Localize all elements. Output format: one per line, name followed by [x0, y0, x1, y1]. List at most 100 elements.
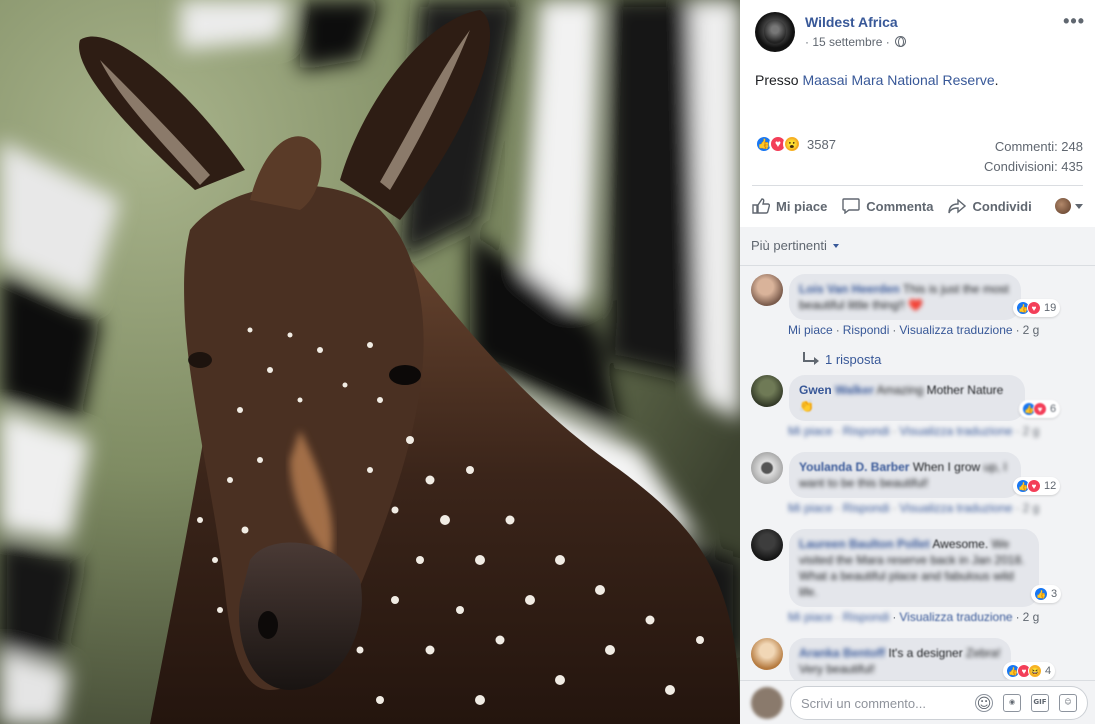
- comment-author[interactable]: Youlanda D. Barber: [799, 460, 909, 474]
- reaction-summary[interactable]: 👍 ♥ 😮 3587: [755, 134, 836, 154]
- replies-count: 1 risposta: [825, 352, 882, 367]
- translate-link[interactable]: Visualizza traduzione: [899, 424, 1012, 438]
- comment-bubble: Youlanda D. Barber When I grow up, I wan…: [789, 452, 1021, 498]
- post-header: Wildest Africa · 15 settembre · •••: [755, 12, 1085, 54]
- commenter-avatar[interactable]: [751, 452, 783, 484]
- haha-reaction-icon: 😆: [1028, 664, 1042, 678]
- comment-reactions[interactable]: 👍 ♥ 12: [1013, 477, 1061, 495]
- comment-age[interactable]: 2 g: [1023, 424, 1040, 438]
- comment-bubble: Gwen Walker Amazing Mother Nature 👏: [789, 375, 1025, 421]
- post-text-prefix: Presso: [755, 72, 803, 88]
- comment-text: It's a designer: [888, 646, 963, 660]
- comment-input[interactable]: Scrivi un commento... ☺ ◉ GIF ☺: [790, 686, 1088, 720]
- translate-link[interactable]: Visualizza traduzione: [899, 501, 1012, 515]
- divider: [740, 265, 1095, 266]
- comment-actions: Mi piace · Rispondi · Visualizza traduzione ·…: [788, 610, 1040, 624]
- comment-like-link[interactable]: Mi piace: [788, 501, 833, 515]
- post-photo[interactable]: [0, 0, 740, 724]
- love-reaction-icon: ♥: [1027, 301, 1041, 315]
- chevron-down-icon: [832, 243, 839, 248]
- comment-bubble: Aranka Bentoff It's a designer Zebra! Ve…: [789, 638, 1011, 684]
- comment-bubble: Laureen Baulton Pollet Awesome. We visit…: [789, 529, 1039, 607]
- comment-actions: Mi piace · Rispondi · Visualizza traduzione ·…: [788, 501, 1040, 515]
- commenter-avatar[interactable]: [751, 529, 783, 561]
- page-avatar[interactable]: [755, 12, 795, 52]
- comment-author-surname[interactable]: Walker: [835, 383, 874, 397]
- post-date[interactable]: · 15 settembre ·: [805, 35, 890, 49]
- comment-age[interactable]: 2 g: [1023, 610, 1040, 624]
- comment-reaction-count: 4: [1045, 665, 1052, 677]
- comment-placeholder: Scrivi un commento...: [801, 695, 926, 711]
- location-link[interactable]: Maasai Mara National Reserve: [802, 72, 994, 88]
- gif-icon[interactable]: GIF: [1031, 694, 1049, 712]
- comment-reactions[interactable]: 👍 ♥ 6: [1019, 400, 1061, 418]
- post-stats: Commenti: 248 Condivisioni: 435: [984, 137, 1083, 177]
- comment-reactions[interactable]: 👍 3: [1031, 585, 1062, 603]
- comment-age[interactable]: 2 g: [1023, 501, 1040, 515]
- comment-like-link[interactable]: Mi piace: [788, 610, 833, 624]
- view-replies[interactable]: 1 risposta: [803, 351, 882, 367]
- comment-reply-link[interactable]: Rispondi: [843, 424, 890, 438]
- comment-author[interactable]: Gwen: [799, 383, 832, 397]
- comment-reaction-count: 12: [1044, 480, 1057, 492]
- comment-like-link[interactable]: Mi piace: [788, 424, 833, 438]
- reaction-count: 3587: [807, 136, 836, 152]
- comment-like-link[interactable]: Mi piace: [788, 323, 833, 337]
- comment-reactions[interactable]: 👍 ♥ 19: [1013, 299, 1061, 317]
- comment-text-blurred: Amazing: [876, 383, 924, 397]
- comment-reaction-count: 19: [1044, 302, 1057, 314]
- wow-reaction-icon: 😮: [783, 135, 801, 153]
- user-avatar: [751, 687, 783, 719]
- like-button[interactable]: Mi piace: [752, 198, 827, 214]
- comment-text: Awesome.: [932, 537, 989, 551]
- comment-reaction-count: 3: [1051, 588, 1058, 600]
- post-text: Presso Maasai Mara National Reserve.: [755, 72, 999, 88]
- comment-bubble: Lois Van Heerden This is just the most b…: [789, 274, 1021, 320]
- comment-label: Commenta: [866, 198, 934, 214]
- commenter-avatar[interactable]: [751, 638, 783, 670]
- comment-reaction-count: 6: [1050, 403, 1057, 415]
- comment-reply-link[interactable]: Rispondi: [843, 501, 890, 515]
- thumbs-up-icon: [752, 198, 771, 214]
- action-bar: Mi piace Commenta Condividi: [752, 194, 1083, 218]
- comment-text: When I grow: [912, 460, 981, 474]
- comment-author[interactable]: Lois Van Heerden: [799, 282, 900, 296]
- divider: [752, 185, 1083, 186]
- comment-reactions[interactable]: 👍 ♥ 😆 4: [1003, 662, 1056, 680]
- post-meta: · 15 settembre ·: [805, 35, 907, 49]
- shares-count[interactable]: Condivisioni: 435: [984, 157, 1083, 177]
- comment-button[interactable]: Commenta: [842, 198, 934, 215]
- reply-arrow-icon: [803, 351, 819, 365]
- emoji-icon[interactable]: ☺: [975, 694, 993, 712]
- comment-reply-link[interactable]: Rispondi: [843, 323, 890, 337]
- comments-section: Più pertinenti Lois Van Heerden This is …: [740, 227, 1095, 724]
- comment-author[interactable]: Laureen Baulton Pollet: [799, 537, 930, 551]
- comment-bubble-icon: [842, 198, 860, 215]
- translate-link[interactable]: Visualizza traduzione: [899, 610, 1012, 624]
- comment-actions: Mi piace · Rispondi · Visualizza traduzione ·…: [788, 424, 1040, 438]
- comment-reply-link[interactable]: Rispondi: [843, 610, 890, 624]
- post-panel: Wildest Africa · 15 settembre · ••• Pres…: [740, 0, 1095, 724]
- comment-age[interactable]: 2 g: [1023, 323, 1040, 337]
- comment-sort-dropdown[interactable]: Più pertinenti: [751, 238, 839, 253]
- zebra-foal-photo: [0, 0, 740, 724]
- globe-icon: [895, 36, 907, 47]
- camera-icon[interactable]: ◉: [1003, 694, 1021, 712]
- comment-actions: Mi piace · Rispondi · Visualizza traduzione ·…: [788, 323, 1040, 337]
- sticker-icon[interactable]: ☺: [1059, 694, 1077, 712]
- more-dots-icon[interactable]: •••: [1063, 12, 1085, 30]
- post-as-selector[interactable]: [1055, 198, 1083, 214]
- post-text-suffix: .: [994, 72, 999, 88]
- comments-count[interactable]: Commenti: 248: [984, 137, 1083, 157]
- page-name[interactable]: Wildest Africa: [805, 14, 898, 30]
- share-label: Condividi: [972, 198, 1032, 214]
- comment-author[interactable]: Aranka Bentoff: [799, 646, 885, 660]
- share-arrow-icon: [948, 198, 967, 214]
- commenter-avatar[interactable]: [751, 274, 783, 306]
- comment-composer: Scrivi un commento... ☺ ◉ GIF ☺: [740, 680, 1095, 724]
- chevron-down-icon: [1075, 203, 1083, 209]
- share-button[interactable]: Condividi: [948, 198, 1032, 214]
- like-reaction-icon: 👍: [1034, 587, 1048, 601]
- commenter-avatar[interactable]: [751, 375, 783, 407]
- translate-link[interactable]: Visualizza traduzione: [899, 323, 1012, 337]
